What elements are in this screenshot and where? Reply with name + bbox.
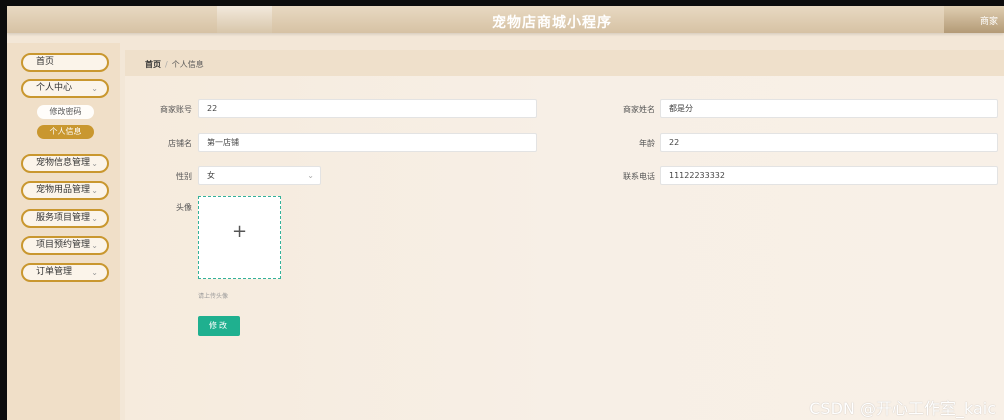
chevron-down-icon: ⌄ xyxy=(91,186,98,195)
header-decoration xyxy=(217,6,272,33)
sidebar-item-label: 宠物用品管理 xyxy=(36,185,91,195)
avatar-label: 头像 xyxy=(176,203,192,212)
age-label: 年龄 xyxy=(639,139,655,148)
phone-field[interactable]: 11122233332 xyxy=(660,166,998,185)
chevron-down-icon: ⌄ xyxy=(91,241,98,250)
gender-select[interactable]: 女 ⌄ xyxy=(198,166,321,185)
sidebar-item-label: 首页 xyxy=(36,57,55,67)
sidebar-subitem-change-password[interactable]: 修改密码 xyxy=(37,105,94,119)
chevron-down-icon: ⌄ xyxy=(91,268,98,277)
age-field[interactable]: 22 xyxy=(660,133,998,152)
sidebar-item-personal-center[interactable]: 个人中心 ⌄ xyxy=(21,79,109,98)
sidebar-item-label: 个人中心 xyxy=(36,83,73,93)
plus-icon: + xyxy=(232,221,248,242)
sidebar-item-orders[interactable]: 订单管理 ⌄ xyxy=(21,263,109,282)
sidebar-item-label: 订单管理 xyxy=(36,267,73,277)
app-title: 宠物店商城小程序 xyxy=(492,15,612,31)
sidebar: 首页 个人中心 ⌄ 修改密码 个人信息 宠物信息管理 ⌄ 宠物用品管理 ⌄ 服务… xyxy=(7,43,120,420)
sidebar-item-pet-supplies[interactable]: 宠物用品管理 ⌄ xyxy=(21,181,109,200)
breadcrumb-separator: / xyxy=(165,60,168,69)
merchant-account-field[interactable]: 22 xyxy=(198,99,537,118)
sidebar-item-label: 宠物信息管理 xyxy=(36,158,91,168)
sidebar-item-appointments[interactable]: 项目预约管理 ⌄ xyxy=(21,236,109,255)
shop-name-label: 店铺名 xyxy=(168,139,192,148)
breadcrumb-home[interactable]: 首页 xyxy=(145,60,161,69)
gender-label: 性别 xyxy=(176,172,192,181)
gender-value: 女 xyxy=(207,171,215,180)
top-header: 宠物店商城小程序 商家 xyxy=(7,6,1004,33)
sidebar-item-pet-info[interactable]: 宠物信息管理 ⌄ xyxy=(21,154,109,173)
sidebar-item-label: 项目预约管理 xyxy=(36,240,91,250)
breadcrumb-current: 个人信息 xyxy=(171,60,204,69)
chevron-down-icon: ⌄ xyxy=(307,171,314,180)
user-menu[interactable]: 商家 xyxy=(980,14,998,27)
merchant-name-label: 商家姓名 xyxy=(623,105,655,114)
submit-button[interactable]: 修改 xyxy=(198,316,240,336)
sidebar-item-label: 服务项目管理 xyxy=(36,213,91,223)
avatar-upload[interactable]: + xyxy=(198,196,281,279)
main-content: 首页 / 个人信息 商家账号 22 商家姓名 都是分 店铺名 第一店铺 年龄 22 … xyxy=(125,50,1004,420)
shop-name-field[interactable]: 第一店铺 xyxy=(198,133,537,152)
phone-label: 联系电话 xyxy=(623,172,655,181)
sidebar-item-services[interactable]: 服务项目管理 ⌄ xyxy=(21,209,109,228)
upload-tip: 请上传头像 xyxy=(198,293,229,300)
chevron-down-icon: ⌄ xyxy=(91,84,98,93)
sidebar-subitem-personal-info[interactable]: 个人信息 xyxy=(37,125,94,139)
chevron-down-icon: ⌄ xyxy=(91,214,98,223)
app-window: 宠物店商城小程序 商家 首页 个人中心 ⌄ 修改密码 个人信息 宠物信息管理 ⌄… xyxy=(7,6,1004,420)
sidebar-item-home[interactable]: 首页 xyxy=(21,53,109,72)
breadcrumb: 首页 / 个人信息 xyxy=(125,50,1004,76)
chevron-down-icon: ⌄ xyxy=(91,159,98,168)
merchant-name-field[interactable]: 都是分 xyxy=(660,99,998,118)
watermark: CSDN @开心工作室_kaic xyxy=(809,399,996,418)
merchant-account-label: 商家账号 xyxy=(160,105,192,114)
